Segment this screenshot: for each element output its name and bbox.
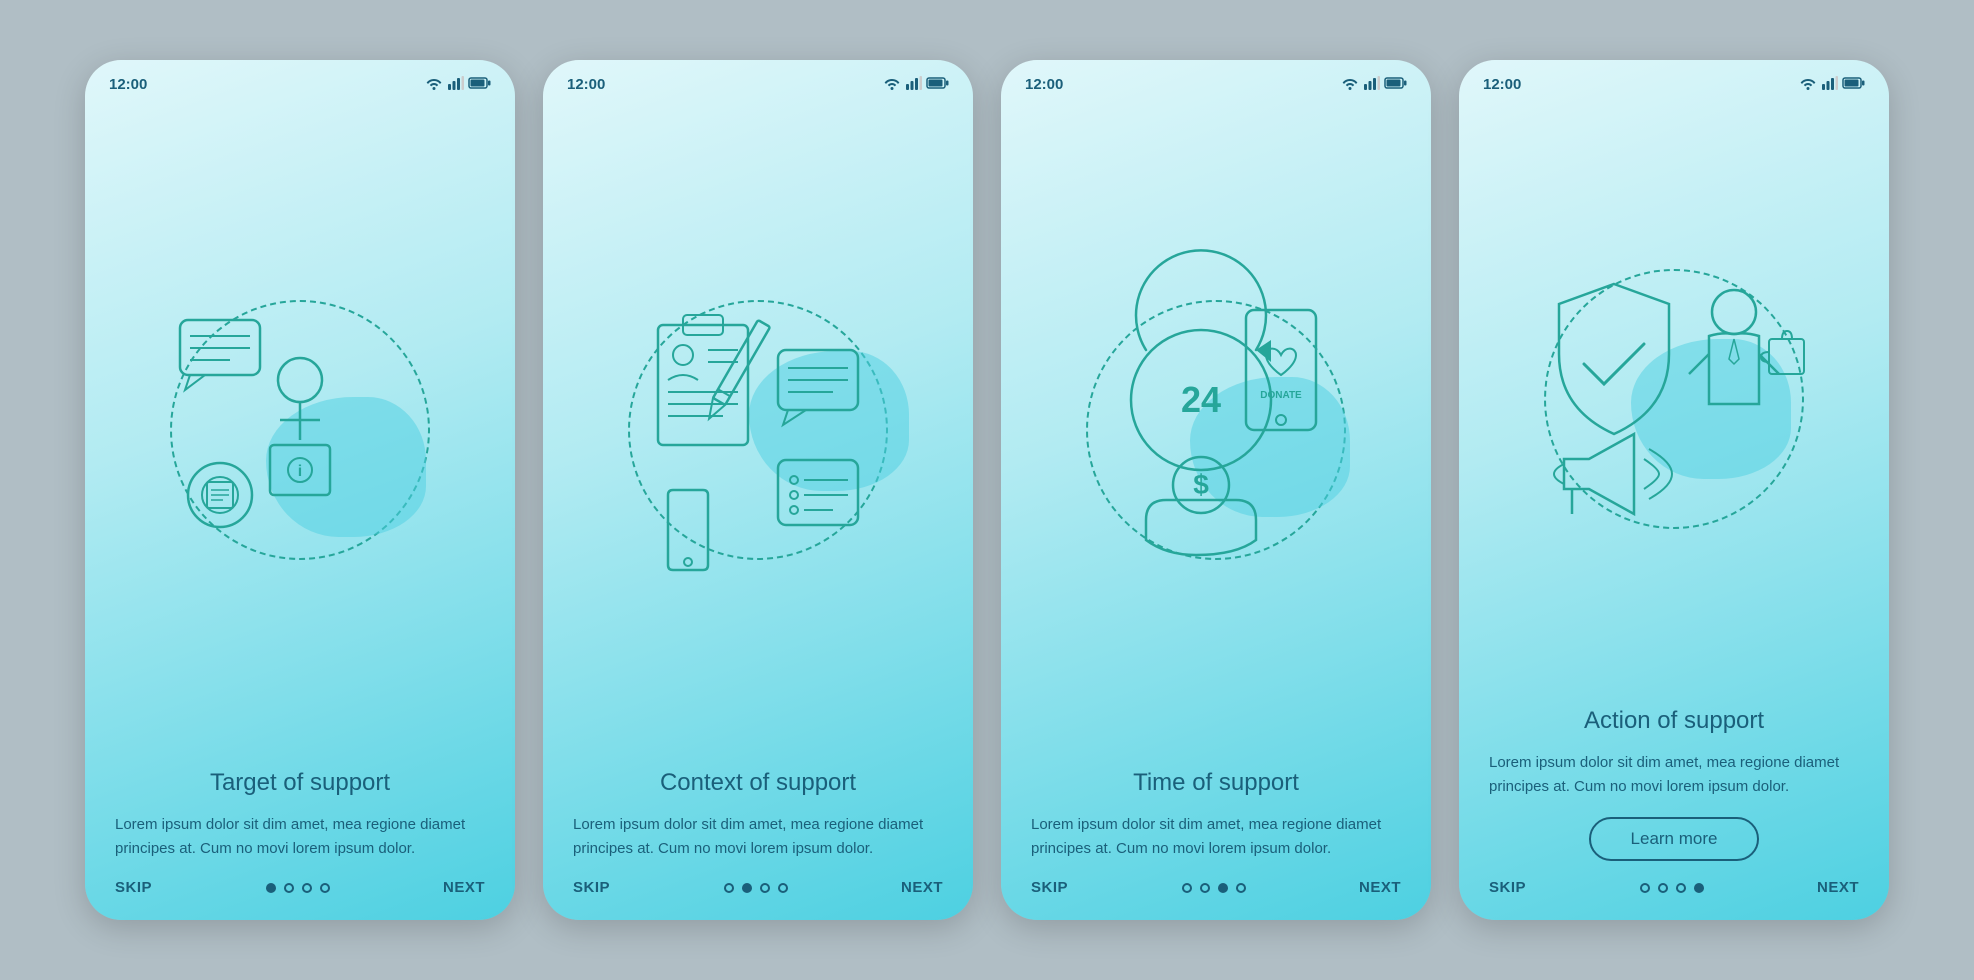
screen-title-3: Time of support [1031, 769, 1401, 797]
bottom-nav-4: SKIP NEXT [1459, 861, 1889, 920]
dot-1-3 [302, 883, 312, 893]
status-time-2: 12:00 [567, 76, 605, 93]
content-area-2: Context of support Lorem ipsum dolor sit… [543, 759, 973, 861]
battery-icon-3 [1385, 77, 1407, 92]
dot-3-3 [1218, 883, 1228, 893]
screen-body-2: Lorem ipsum dolor sit dim amet, mea regi… [573, 813, 943, 861]
phone-3: 12:00 [1001, 60, 1431, 920]
next-label-4[interactable]: NEXT [1817, 879, 1859, 896]
status-icons-3 [1341, 76, 1407, 93]
dot-4-3 [1676, 883, 1686, 893]
dot-1-2 [284, 883, 294, 893]
status-time-4: 12:00 [1483, 76, 1521, 93]
dot-4-2 [1658, 883, 1668, 893]
status-time-3: 12:00 [1025, 76, 1063, 93]
battery-icon-2 [927, 77, 949, 92]
next-label-2[interactable]: NEXT [901, 879, 943, 896]
battery-icon-4 [1843, 77, 1865, 92]
dot-2-4 [778, 883, 788, 893]
illustration-svg-4 [1534, 259, 1814, 539]
status-time-1: 12:00 [109, 76, 147, 93]
content-area-4: Action of support Lorem ipsum dolor sit … [1459, 697, 1889, 861]
signal-icon-4 [1822, 76, 1838, 93]
wifi-icon-3 [1341, 76, 1359, 93]
skip-label-1[interactable]: SKIP [115, 879, 152, 896]
content-area-1: Target of support Lorem ipsum dolor sit … [85, 759, 515, 861]
svg-text:i: i [298, 463, 302, 480]
screen-title-1: Target of support [115, 769, 485, 797]
illustration-svg-3: 24 DONATE $ [1076, 290, 1356, 570]
screen-body-4: Lorem ipsum dolor sit dim amet, mea regi… [1489, 751, 1859, 799]
dots-2 [724, 883, 788, 893]
screen-body-1: Lorem ipsum dolor sit dim amet, mea regi… [115, 813, 485, 861]
phone-1: 12:00 [85, 60, 515, 920]
status-bar-3: 12:00 [1001, 60, 1431, 101]
status-bar-2: 12:00 [543, 60, 973, 101]
dot-1-4 [320, 883, 330, 893]
svg-text:$: $ [1193, 469, 1209, 500]
screen-title-2: Context of support [573, 769, 943, 797]
status-icons-4 [1799, 76, 1865, 93]
learn-more-button[interactable]: Learn more [1589, 817, 1760, 861]
dots-4 [1640, 883, 1704, 893]
status-icons-1 [425, 76, 491, 93]
battery-icon-1 [469, 77, 491, 92]
illustration-svg-2 [618, 290, 898, 570]
status-bar-1: 12:00 [85, 60, 515, 101]
bottom-nav-2: SKIP NEXT [543, 861, 973, 920]
phone-2: 12:00 [543, 60, 973, 920]
skip-label-4[interactable]: SKIP [1489, 879, 1526, 896]
phones-container: 12:00 [85, 60, 1889, 920]
signal-icon-1 [448, 76, 464, 93]
screen-body-3: Lorem ipsum dolor sit dim amet, mea regi… [1031, 813, 1401, 861]
phone-4: 12:00 [1459, 60, 1889, 920]
dot-2-2 [742, 883, 752, 893]
content-area-3: Time of support Lorem ipsum dolor sit di… [1001, 759, 1431, 861]
dots-1 [266, 883, 330, 893]
next-label-1[interactable]: NEXT [443, 879, 485, 896]
dot-3-1 [1182, 883, 1192, 893]
dots-3 [1182, 883, 1246, 893]
dot-3-2 [1200, 883, 1210, 893]
next-label-3[interactable]: NEXT [1359, 879, 1401, 896]
skip-label-3[interactable]: SKIP [1031, 879, 1068, 896]
signal-icon-2 [906, 76, 922, 93]
bottom-nav-1: SKIP NEXT [85, 861, 515, 920]
bottom-nav-3: SKIP NEXT [1001, 861, 1431, 920]
dot-3-4 [1236, 883, 1246, 893]
status-icons-2 [883, 76, 949, 93]
signal-icon-3 [1364, 76, 1380, 93]
wifi-icon-2 [883, 76, 901, 93]
illustration-area-2 [543, 101, 973, 759]
status-bar-4: 12:00 [1459, 60, 1889, 101]
dot-2-3 [760, 883, 770, 893]
screen-title-4: Action of support [1489, 707, 1859, 735]
wifi-icon-4 [1799, 76, 1817, 93]
wifi-icon-1 [425, 76, 443, 93]
svg-text:24: 24 [1181, 379, 1221, 420]
dot-4-4 [1694, 883, 1704, 893]
svg-text:DONATE: DONATE [1260, 390, 1302, 401]
skip-label-2[interactable]: SKIP [573, 879, 610, 896]
dot-4-1 [1640, 883, 1650, 893]
illustration-area-3: 24 DONATE $ [1001, 101, 1431, 759]
illustration-svg-1: i [160, 290, 440, 570]
illustration-area-1: i [85, 101, 515, 759]
dot-2-1 [724, 883, 734, 893]
dot-1-1 [266, 883, 276, 893]
illustration-area-4 [1459, 101, 1889, 697]
